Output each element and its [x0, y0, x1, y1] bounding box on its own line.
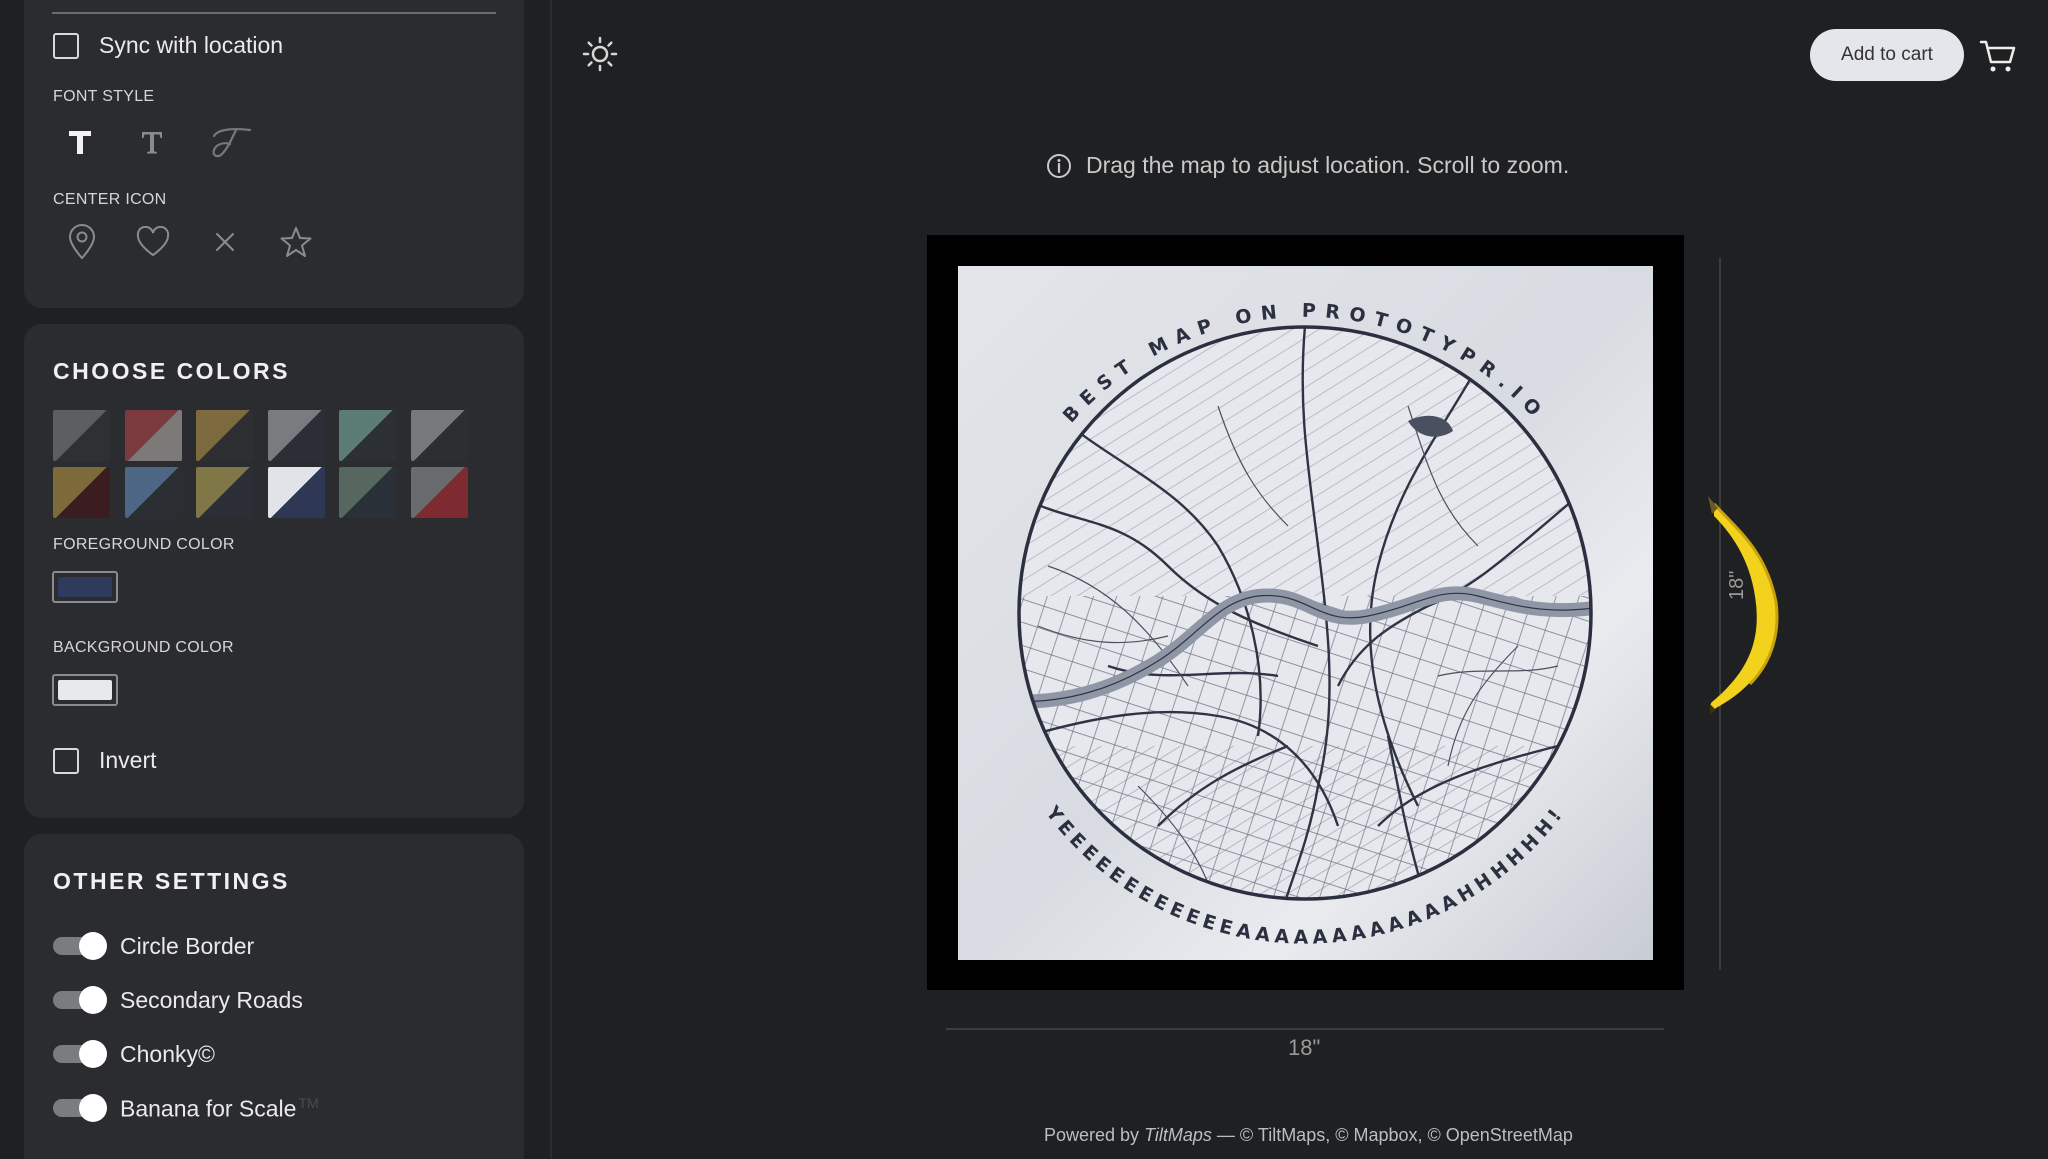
color-swatch[interactable] — [339, 410, 396, 461]
chonky-label: Chonky© — [120, 1041, 215, 1067]
drag-hint: Drag the map to adjust location. Scroll … — [1046, 152, 1569, 179]
banana-for-scale-toggle[interactable] — [53, 1094, 107, 1122]
pin-icon — [68, 224, 96, 260]
color-swatch[interactable] — [267, 410, 325, 461]
settings-sidebar: Sync with location FONT STYLE CENTER ICO… — [0, 0, 552, 1159]
color-swatch[interactable] — [53, 467, 110, 518]
footer-prefix: Powered by — [1044, 1125, 1145, 1145]
sun-icon — [582, 36, 618, 72]
center-pin-option[interactable] — [60, 220, 104, 264]
secondary-roads-label: Secondary Roads — [120, 987, 303, 1013]
divider — [52, 12, 496, 14]
banana-for-scale-text: Banana for Scale — [120, 1095, 297, 1122]
theme-toggle-button[interactable] — [580, 34, 620, 74]
star-icon — [280, 227, 312, 257]
font-sans-bold-option[interactable] — [56, 118, 104, 166]
map-streets — [1019, 327, 1591, 899]
color-swatch[interactable] — [410, 467, 468, 518]
color-swatch[interactable] — [196, 467, 253, 518]
drag-hint-text: Drag the map to adjust location. Scroll … — [1086, 152, 1570, 178]
color-swatch[interactable] — [339, 467, 396, 518]
chonky-toggle[interactable] — [53, 1040, 107, 1068]
foreground-color-picker[interactable] — [52, 571, 118, 603]
background-color-heading: BACKGROUND COLOR — [53, 639, 234, 656]
font-style-heading: FONT STYLE — [53, 88, 155, 105]
cart-button[interactable] — [1978, 36, 2018, 76]
invert-row[interactable]: Invert — [53, 747, 157, 774]
width-measure-label: 18" — [1288, 1035, 1321, 1060]
banana-for-scale-image — [1700, 492, 1810, 722]
color-swatch[interactable] — [267, 467, 325, 518]
serif-t-icon — [142, 132, 162, 154]
map-poster[interactable]: BEST MAP ON PROTOTYPR.IO YEEEEEEEEEEEEAA… — [958, 266, 1653, 960]
color-swatch[interactable] — [124, 467, 182, 518]
circle-border-label: Circle Border — [120, 933, 255, 959]
center-icon-heading: CENTER ICON — [53, 191, 167, 208]
footer-suffix: — © TiltMaps, © Mapbox, © OpenStreetMap — [1211, 1125, 1573, 1145]
choose-colors-heading: CHOOSE COLORS — [53, 358, 290, 384]
color-swatch[interactable] — [196, 410, 253, 461]
banana-icon — [1708, 496, 1779, 714]
color-swatch[interactable] — [124, 410, 182, 461]
foreground-color-heading: FOREGROUND COLOR — [53, 536, 235, 553]
cross-icon — [216, 233, 234, 251]
background-color-picker[interactable] — [52, 674, 118, 706]
add-to-cart-button[interactable]: Add to cart — [1810, 29, 1964, 81]
footer-credits: Powered by TiltMaps — © TiltMaps, © Mapb… — [1044, 1125, 1573, 1146]
banana-for-scale-label: Banana for Scale TM — [120, 1095, 319, 1123]
width-measure-line — [946, 1028, 1664, 1030]
font-script-option[interactable] — [206, 118, 254, 166]
color-swatch[interactable] — [410, 410, 468, 461]
map-circle[interactable]: BEST MAP ON PROTOTYPR.IO YEEEEEEEEEEEEAA… — [958, 266, 1653, 960]
secondary-roads-toggle[interactable] — [53, 986, 107, 1014]
background-color-fill — [58, 680, 112, 700]
cart-icon — [1979, 40, 2016, 72]
circle-border-toggle[interactable] — [53, 932, 107, 960]
sync-location-row[interactable]: Sync with location — [53, 32, 283, 59]
sync-location-label: Sync with location — [99, 32, 284, 58]
heart-icon — [136, 226, 170, 257]
tiltmaps-link[interactable]: TiltMaps — [1144, 1125, 1212, 1145]
invert-label: Invert — [99, 747, 157, 773]
center-cross-option[interactable] — [203, 220, 247, 264]
script-t-icon — [212, 128, 252, 158]
trademark-mark: TM — [298, 1095, 319, 1111]
center-heart-option[interactable] — [131, 220, 175, 264]
foreground-color-fill — [58, 577, 112, 597]
invert-checkbox[interactable] — [53, 747, 79, 774]
sync-location-checkbox[interactable] — [53, 32, 79, 59]
info-icon — [1047, 153, 1071, 178]
font-serif-option[interactable] — [128, 118, 176, 166]
color-swatch[interactable] — [53, 410, 110, 461]
other-settings-heading: OTHER SETTINGS — [53, 868, 290, 894]
sans-bold-t-icon — [69, 131, 91, 154]
center-star-option[interactable] — [274, 220, 318, 264]
